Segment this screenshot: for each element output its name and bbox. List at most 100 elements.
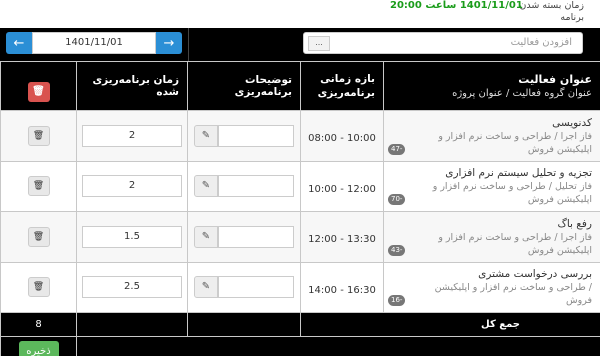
- range-start: 14:00: [308, 284, 337, 296]
- table-row: 🗑 2 ✎ 08:00 - 10:00 کدنویسی فاز اجرا / ط…: [0, 110, 600, 162]
- row-title-cell: تجزیه و تحلیل سیستم نرم افزاری فاز تحلیل…: [383, 160, 600, 212]
- header-delete-cell: 🗑: [0, 61, 77, 111]
- activity-group: فاز تحلیل: [554, 181, 592, 193]
- row-range-cell: 12:00 - 13:30: [300, 211, 384, 263]
- meta-separator: /: [551, 130, 558, 142]
- planned-time-input[interactable]: 1.5: [82, 225, 182, 248]
- row-delete-cell: 🗑: [0, 160, 77, 212]
- row-range-cell: 14:00 - 16:30: [300, 261, 384, 313]
- range-separator: -: [340, 133, 347, 145]
- description-group: ✎: [194, 276, 294, 299]
- total-label: جمع کل: [300, 312, 600, 337]
- row-title-cell: رفع باگ فاز اجرا / طراحی و ساخت نرم افزا…: [383, 211, 600, 263]
- meta-separator: /: [545, 181, 552, 193]
- header-activity-title-sub: عنوان گروه فعالیت / عنوان پروژه: [452, 88, 592, 99]
- activity-badge: -43: [388, 244, 406, 256]
- row-range-cell: 08:00 - 10:00: [300, 110, 384, 162]
- activity-meta: فاز اجرا / طراحی و ساخت نرم افزار و اپلی…: [414, 130, 592, 156]
- row-title-cell: کدنویسی فاز اجرا / طراحی و ساخت نرم افزا…: [383, 110, 600, 162]
- description-input[interactable]: [218, 175, 294, 198]
- save-button[interactable]: ذخیره: [18, 340, 59, 356]
- close-time-value: 1401/11/01 ساعت 20:00: [390, 0, 523, 11]
- range-separator: -: [340, 284, 347, 296]
- edit-icon: ✎: [201, 230, 211, 242]
- description-input[interactable]: [218, 276, 294, 299]
- range-separator: -: [340, 183, 347, 195]
- description-input[interactable]: [218, 225, 294, 248]
- table-row: 🗑 2.5 ✎ 14:00 - 16:30 بررسی درخواست مشتر…: [0, 261, 600, 313]
- total-row: 8 جمع کل: [0, 312, 600, 337]
- arrow-left-icon: ←: [13, 35, 25, 51]
- activity-badge: -16: [388, 295, 406, 306]
- activity-name: رفع باگ: [557, 217, 592, 230]
- row-delete-cell: 🗑: [0, 110, 77, 162]
- planned-time-input[interactable]: 2: [82, 124, 182, 147]
- activity-name: کدنویسی: [552, 116, 592, 129]
- planned-time-input[interactable]: 2: [82, 175, 182, 198]
- add-activity-input[interactable]: افزودن فعالیت ...: [303, 32, 583, 54]
- range-end: 13:30: [346, 234, 376, 246]
- row-desc-cell: ✎: [187, 110, 301, 162]
- activity-name: بررسی درخواست مشتری: [478, 268, 592, 281]
- edit-description-button[interactable]: ✎: [194, 276, 218, 299]
- toolbar: ← 1401/11/01 → افزودن فعالیت ...: [0, 28, 600, 61]
- header-time-range: بازه زمانی برنامه‌ریزی: [300, 61, 384, 111]
- activity-group: فاز اجرا: [560, 130, 592, 142]
- activity-name: تجزیه و تحلیل سیستم نرم افزاری: [445, 167, 592, 180]
- total-empty-cell: [187, 312, 301, 337]
- total-value: 8: [0, 312, 77, 337]
- next-day-button[interactable]: →: [156, 32, 182, 54]
- save-row: ذخیره: [0, 336, 600, 356]
- activity-meta: فاز تحلیل / طراحی و ساخت نرم افزار و اپل…: [414, 180, 592, 206]
- row-delete-button[interactable]: 🗑: [27, 176, 50, 197]
- row-time-cell: 2: [76, 110, 188, 162]
- meta-separator: /: [551, 231, 558, 243]
- row-desc-cell: ✎: [187, 160, 301, 212]
- prev-day-button[interactable]: ←: [6, 32, 32, 54]
- edit-description-button[interactable]: ✎: [194, 124, 218, 147]
- row-delete-button[interactable]: 🗑: [27, 125, 50, 146]
- toolbar-divider: [188, 28, 189, 61]
- meta-separator: /: [585, 282, 592, 294]
- range-end: 10:00: [346, 133, 376, 145]
- trash-icon: 🗑: [32, 231, 45, 242]
- range-start: 12:00: [308, 234, 337, 246]
- save-row-empty: [76, 336, 600, 356]
- row-delete-button[interactable]: 🗑: [27, 226, 50, 247]
- description-input[interactable]: [218, 124, 294, 147]
- table-row: 🗑 1.5 ✎ 12:00 - 13:30 رفع باگ فاز اجرا /: [0, 211, 600, 263]
- range-separator: -: [340, 234, 347, 246]
- edit-icon: ✎: [201, 180, 211, 192]
- activity-meta: فاز اجرا / طراحی و ساخت نرم افزار و اپلی…: [414, 231, 592, 257]
- range-end: 16:30: [346, 284, 376, 296]
- row-delete-button[interactable]: 🗑: [27, 277, 50, 298]
- browse-activity-button[interactable]: ...: [308, 36, 330, 51]
- close-time-label: زمان بسته شدن برنامه: [519, 0, 584, 23]
- header-activity-title-main: عنوان فعالیت: [518, 73, 592, 86]
- row-time-cell: 2: [76, 160, 188, 212]
- add-activity-placeholder: افزودن فعالیت: [510, 37, 572, 48]
- row-delete-cell: 🗑: [0, 261, 77, 313]
- edit-icon: ✎: [201, 281, 211, 293]
- row-desc-cell: ✎: [187, 261, 301, 313]
- description-group: ✎: [194, 175, 294, 198]
- date-input[interactable]: 1401/11/01: [32, 32, 156, 54]
- row-time-cell: 1.5: [76, 211, 188, 263]
- trash-icon: 🗑: [32, 86, 45, 97]
- edit-description-button[interactable]: ✎: [194, 175, 218, 198]
- row-time-cell: 2.5: [76, 261, 188, 313]
- trash-icon: 🗑: [32, 130, 45, 141]
- header-planned-time: زمان برنامه‌ریزی شده: [76, 61, 188, 111]
- save-cell: ذخیره: [0, 336, 77, 356]
- description-group: ✎: [194, 225, 294, 248]
- activity-meta: / طراحی و ساخت نرم افزار و اپلیکیشن فروش: [414, 281, 592, 307]
- edit-description-button[interactable]: ✎: [194, 225, 218, 248]
- table-header-row: 🗑 زمان برنامه‌ریزی شده توضیحات برنامه‌ری…: [0, 61, 600, 111]
- trash-icon: 🗑: [32, 282, 45, 293]
- trash-icon: 🗑: [32, 181, 45, 192]
- date-picker-group: ← 1401/11/01 →: [6, 32, 182, 54]
- range-end: 12:00: [346, 183, 376, 195]
- delete-all-button[interactable]: 🗑: [27, 82, 50, 102]
- planned-time-input[interactable]: 2.5: [82, 276, 182, 299]
- planning-table: 🗑 زمان برنامه‌ریزی شده توضیحات برنامه‌ری…: [0, 61, 600, 356]
